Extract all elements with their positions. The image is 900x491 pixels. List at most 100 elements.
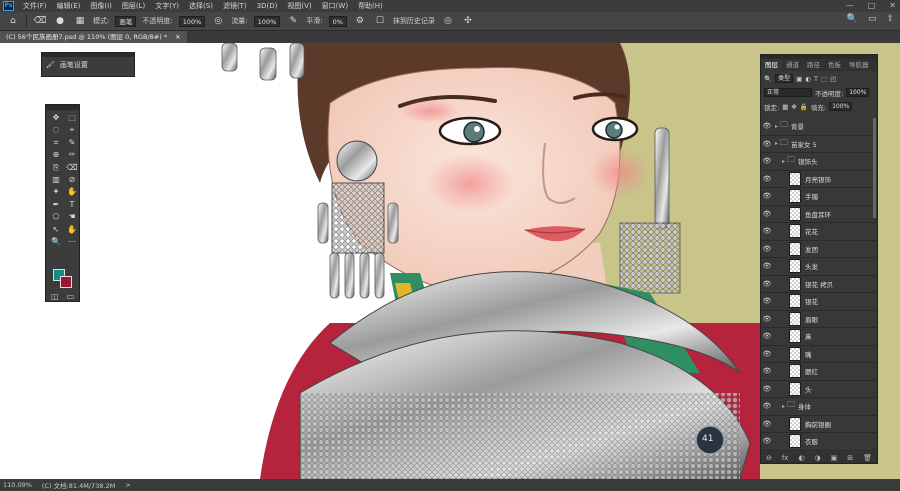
share-icon[interactable]: ⇪ xyxy=(886,14,894,24)
layer-group-row[interactable]: 👁 ▸ 🗀 苗家女 5 xyxy=(761,136,877,153)
layer-row[interactable]: 👁 手镯 xyxy=(761,188,877,206)
expand-arrow-icon[interactable]: ▸ xyxy=(782,403,785,410)
layer-thumbnail[interactable] xyxy=(789,224,801,239)
menu-view[interactable]: 视图(V) xyxy=(282,0,316,12)
tab-layers[interactable]: 图层 xyxy=(761,59,782,71)
layer-thumbnail[interactable] xyxy=(789,294,801,309)
layer-thumbnail[interactable] xyxy=(789,346,801,361)
brush-settings-icon[interactable]: 🖌 xyxy=(46,61,55,69)
eyedropper-tool-icon[interactable]: ✎ xyxy=(64,137,80,149)
layer-thumbnail[interactable] xyxy=(789,381,801,396)
layer-row[interactable]: 👁 腮红 xyxy=(761,363,877,381)
tab-paths[interactable]: 路径 xyxy=(803,59,824,71)
layer-name[interactable]: 花花 xyxy=(805,226,818,236)
expand-arrow-icon[interactable]: ▸ xyxy=(775,140,778,147)
hand-tool-icon[interactable]: ✋ xyxy=(64,224,80,236)
layer-row[interactable]: 👁 鱼盘耳环 xyxy=(761,206,877,223)
dodge-tool-icon[interactable]: ✦ xyxy=(48,186,64,198)
smoothing-input[interactable]: 0% xyxy=(328,15,347,27)
type-tool-icon[interactable]: T xyxy=(64,199,80,211)
screen-mode-icon[interactable]: ▭ xyxy=(67,292,75,301)
layer-group-row[interactable]: 👁 ▸ 🗀 背景 xyxy=(761,118,877,136)
visibility-eye-icon[interactable]: 👁 xyxy=(761,140,773,148)
airbrush-icon[interactable]: ✎ xyxy=(286,14,300,28)
layer-opacity-input[interactable]: 100% xyxy=(846,88,870,97)
maximize-button[interactable]: □ xyxy=(868,0,876,12)
layer-row[interactable]: 👁 衣服 xyxy=(761,433,877,451)
new-group-icon[interactable]: ▣ xyxy=(831,454,838,462)
layer-thumbnail[interactable] xyxy=(789,329,801,344)
expand-arrow-icon[interactable]: ▸ xyxy=(782,158,785,165)
menu-layer[interactable]: 图层(L) xyxy=(117,0,150,12)
layer-name[interactable]: 银饰头 xyxy=(798,156,818,166)
layer-thumbnail[interactable] xyxy=(789,206,801,221)
filter-shape-icon[interactable]: ⬚ xyxy=(821,75,827,83)
path-selection-icon[interactable]: ↖ xyxy=(48,224,64,236)
rotate-view-icon[interactable]: ☚ xyxy=(64,211,80,223)
adjustment-layer-icon[interactable]: ◑ xyxy=(815,454,821,462)
blend-mode-select[interactable]: 正常 xyxy=(764,88,812,97)
visibility-eye-icon[interactable]: 👁 xyxy=(761,245,773,253)
new-layer-icon[interactable]: ⊞ xyxy=(847,454,853,462)
kind-filter-select[interactable]: 类型 xyxy=(775,74,794,83)
layer-name[interactable]: 苗家女 5 xyxy=(791,139,817,149)
search-icon[interactable]: 🔍 xyxy=(847,14,858,24)
layer-row[interactable]: 👁 头 xyxy=(761,381,877,398)
close-window-button[interactable]: ✕ xyxy=(889,0,896,12)
menu-select[interactable]: 选择(S) xyxy=(184,0,218,12)
lock-all-icon[interactable]: 🔒 xyxy=(800,103,808,111)
brush-tool-icon[interactable]: ✑ xyxy=(64,149,80,161)
layer-thumbnail[interactable] xyxy=(789,434,801,449)
visibility-eye-icon[interactable]: 👁 xyxy=(761,280,773,288)
close-tab-icon[interactable]: ✕ xyxy=(175,33,180,41)
layer-thumbnail[interactable] xyxy=(789,259,801,274)
filter-pixel-icon[interactable]: ▣ xyxy=(796,75,802,83)
layer-thumbnail[interactable] xyxy=(789,241,801,256)
gradient-tool-icon[interactable]: ▥ xyxy=(48,174,64,186)
visibility-eye-icon[interactable]: 👁 xyxy=(761,437,773,445)
brush-preset-picker-icon[interactable]: ● xyxy=(53,14,67,28)
menu-edit[interactable]: 编辑(E) xyxy=(52,0,86,12)
delete-layer-icon[interactable]: 🗑 xyxy=(863,454,872,462)
visibility-eye-icon[interactable]: 👁 xyxy=(761,402,773,410)
layer-name[interactable]: 手镯 xyxy=(805,191,818,201)
layer-name[interactable]: 银花 xyxy=(805,296,818,306)
visibility-eye-icon[interactable]: 👁 xyxy=(761,192,773,200)
layer-thumbnail[interactable] xyxy=(789,171,801,186)
menu-3d[interactable]: 3D(D) xyxy=(252,0,283,12)
history-checkbox[interactable]: ☐ xyxy=(373,14,387,28)
tab-swatches[interactable]: 色板 xyxy=(824,59,845,71)
layer-row[interactable]: 👁 花花 xyxy=(761,223,877,241)
document-tab[interactable]: (C) 56个民族画册7.psd @ 110% (图层 0, RGB/8#) *… xyxy=(0,31,187,43)
layer-group-row[interactable]: 👁 ▸ 🗀 银饰头 xyxy=(761,153,877,171)
layer-name[interactable]: 月亮银饰 xyxy=(805,174,831,184)
filter-type-icon[interactable]: T xyxy=(814,75,818,83)
layer-name[interactable]: 腮红 xyxy=(805,366,818,376)
visibility-eye-icon[interactable]: 👁 xyxy=(761,420,773,428)
menu-window[interactable]: 窗口(W) xyxy=(317,0,353,12)
shape-tool-icon[interactable]: ⬠ xyxy=(48,211,64,223)
layer-row[interactable]: 👁 头发 xyxy=(761,258,877,276)
eraser-tool-icon[interactable]: ⌫ xyxy=(64,162,80,174)
quick-mask-icon[interactable]: ◫ xyxy=(51,292,59,301)
clone-stamp-icon[interactable]: ⎘ xyxy=(48,162,64,174)
layer-thumbnail[interactable] xyxy=(789,364,801,379)
layer-thumbnail[interactable] xyxy=(789,311,801,326)
fill-input[interactable]: 100% xyxy=(829,102,853,111)
opacity-input[interactable]: 100% xyxy=(178,15,206,27)
menu-filter[interactable]: 滤镜(T) xyxy=(218,0,252,12)
move-tool-icon[interactable]: ✥ xyxy=(48,112,64,124)
filter-smart-icon[interactable]: ◰ xyxy=(830,75,836,83)
more-tools-icon[interactable]: ⋯ xyxy=(64,236,80,248)
layer-row[interactable]: 👁 胸前银圈 xyxy=(761,416,877,433)
menu-help[interactable]: 帮助(H) xyxy=(353,0,388,12)
home-icon[interactable]: ⌂ xyxy=(6,14,20,28)
layer-name[interactable]: 头 xyxy=(805,384,812,394)
status-arrow-icon[interactable]: > xyxy=(125,481,130,489)
menu-image[interactable]: 图像(I) xyxy=(85,0,117,12)
add-mask-icon[interactable]: ◐ xyxy=(798,454,804,462)
visibility-eye-icon[interactable]: 👁 xyxy=(761,210,773,218)
layer-row[interactable]: 👁 银花 拷贝 xyxy=(761,276,877,293)
layer-list-scrollbar[interactable] xyxy=(873,118,876,218)
lock-position-icon[interactable]: ✥ xyxy=(791,103,796,111)
